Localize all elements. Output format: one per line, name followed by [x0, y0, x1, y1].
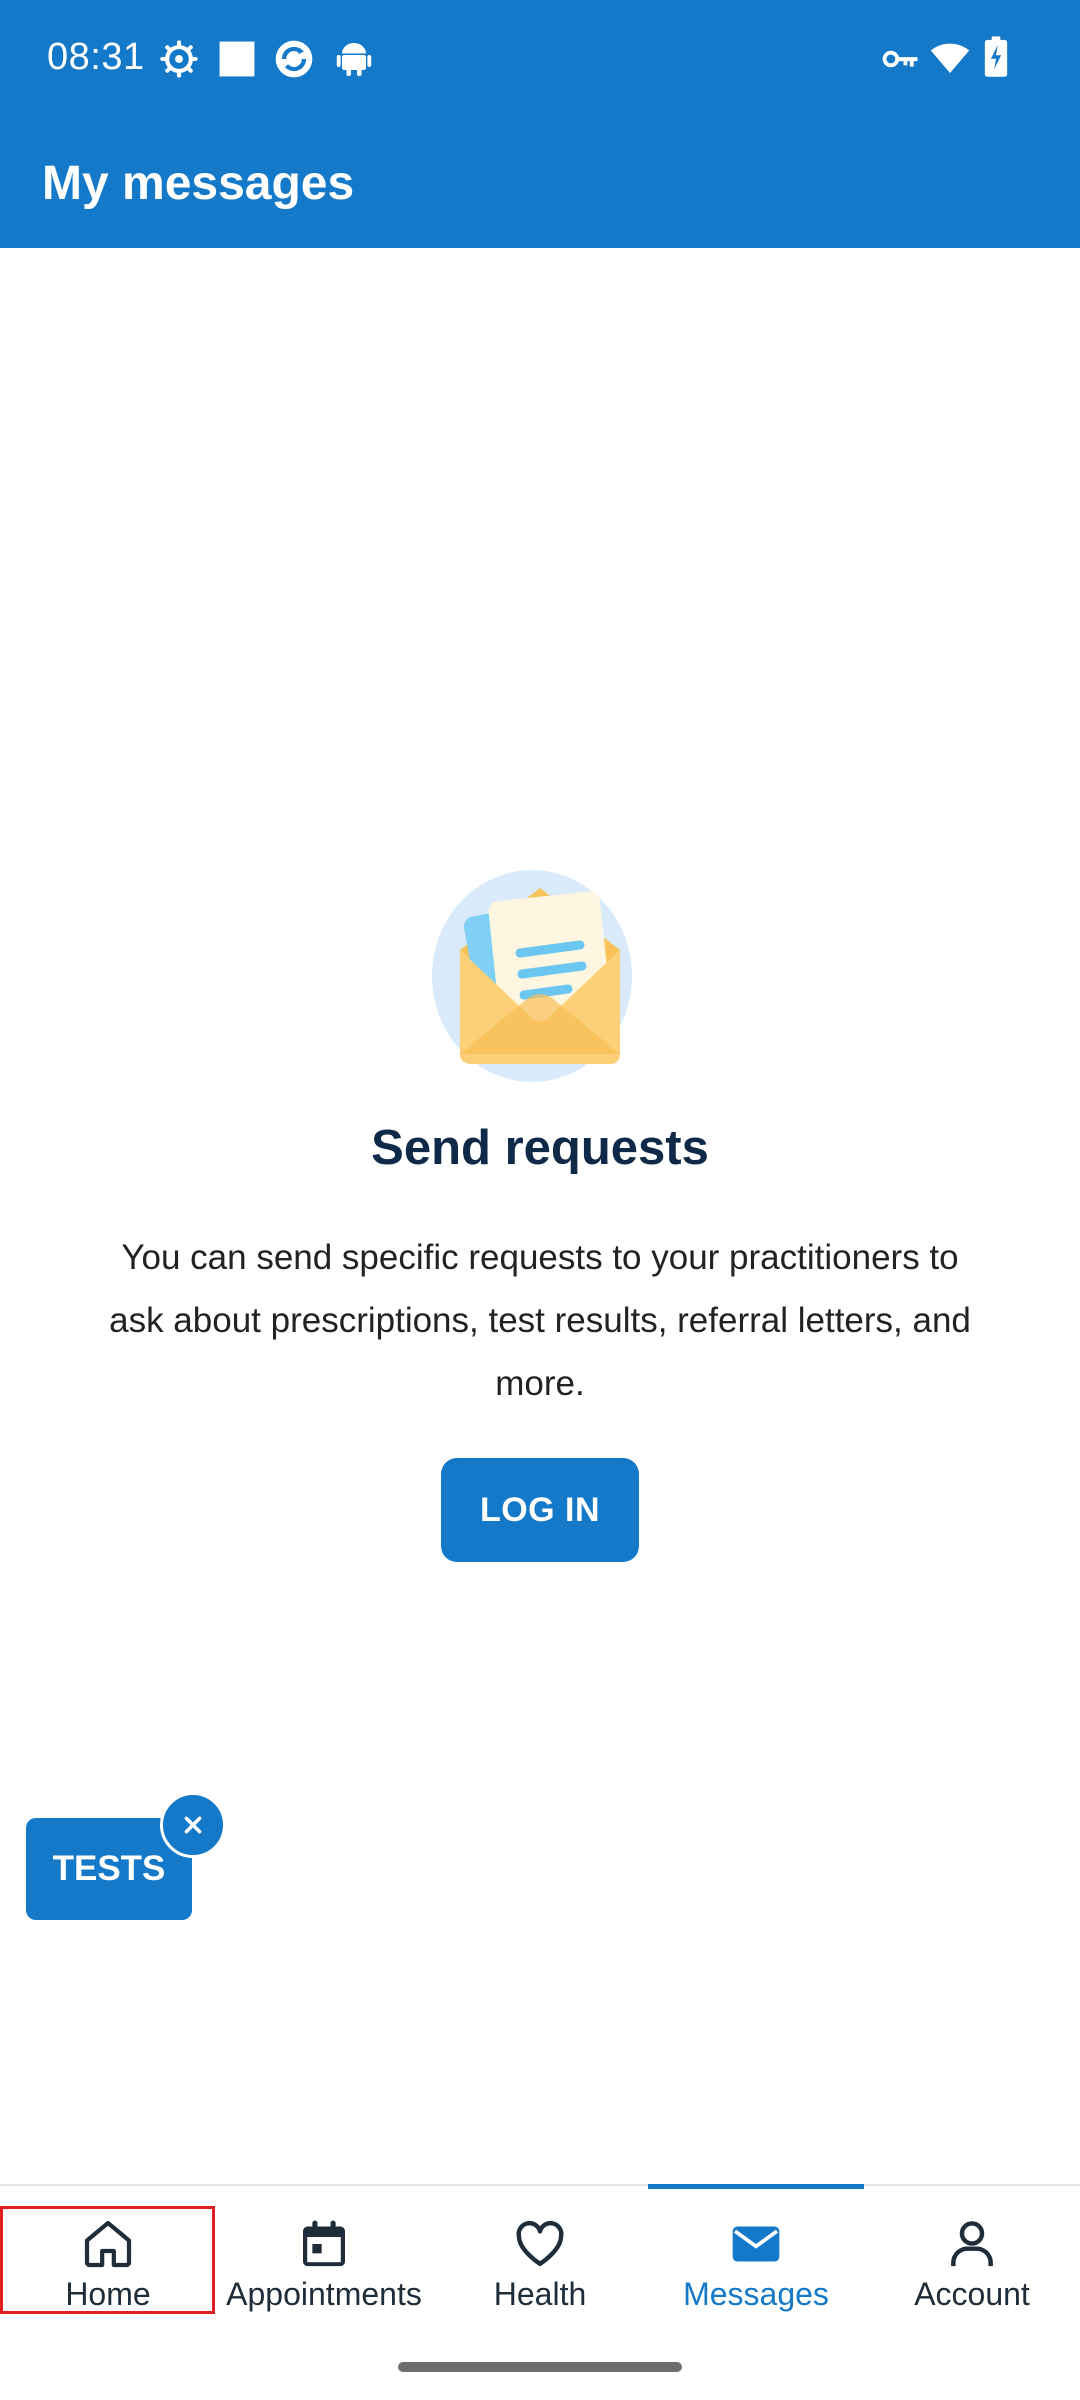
- square-icon: [219, 41, 255, 77]
- settings-gear-icon: [160, 40, 198, 78]
- empty-state-description: You can send specific requests to your p…: [109, 1238, 971, 1403]
- home-selection-highlight: [0, 2206, 215, 2314]
- android-icon: [336, 43, 372, 76]
- gesture-home-indicator[interactable]: [398, 2362, 682, 2372]
- calendar-icon: [303, 2220, 345, 2267]
- page-title: My messages: [42, 157, 355, 210]
- log-in-button[interactable]: LOG IN: [441, 1458, 639, 1562]
- nav-item-messages[interactable]: Messages: [648, 2186, 864, 2336]
- nav-label-messages: Messages: [683, 2276, 829, 2312]
- status-time: 08:31: [47, 36, 145, 78]
- empty-state-title: Send requests: [371, 1121, 709, 1175]
- nav-label-account: Account: [914, 2276, 1030, 2312]
- tests-close-button[interactable]: [160, 1792, 226, 1858]
- nav-label-appointments: Appointments: [226, 2276, 422, 2312]
- screen: 08:31 My messages Send requests You can …: [0, 0, 1080, 2400]
- nav-item-account[interactable]: Account: [864, 2186, 1080, 2336]
- heart-icon: [516, 2221, 564, 2267]
- nav-label-health: Health: [493, 2276, 587, 2312]
- battery-charging-icon: [984, 36, 1008, 77]
- close-icon: [184, 1816, 202, 1834]
- open-envelope-letter-icon: [432, 870, 632, 1082]
- vpn-key-icon: [882, 50, 918, 68]
- mail-icon: [732, 2226, 780, 2262]
- status-bar: 08:31: [0, 0, 1080, 120]
- nav-item-appointments[interactable]: Appointments: [216, 2186, 432, 2336]
- app-bar: My messages: [0, 120, 1080, 248]
- nav-item-health[interactable]: Health: [432, 2186, 648, 2336]
- wifi-icon: [930, 43, 970, 73]
- person-icon: [951, 2221, 993, 2267]
- sync-icon: [275, 40, 313, 78]
